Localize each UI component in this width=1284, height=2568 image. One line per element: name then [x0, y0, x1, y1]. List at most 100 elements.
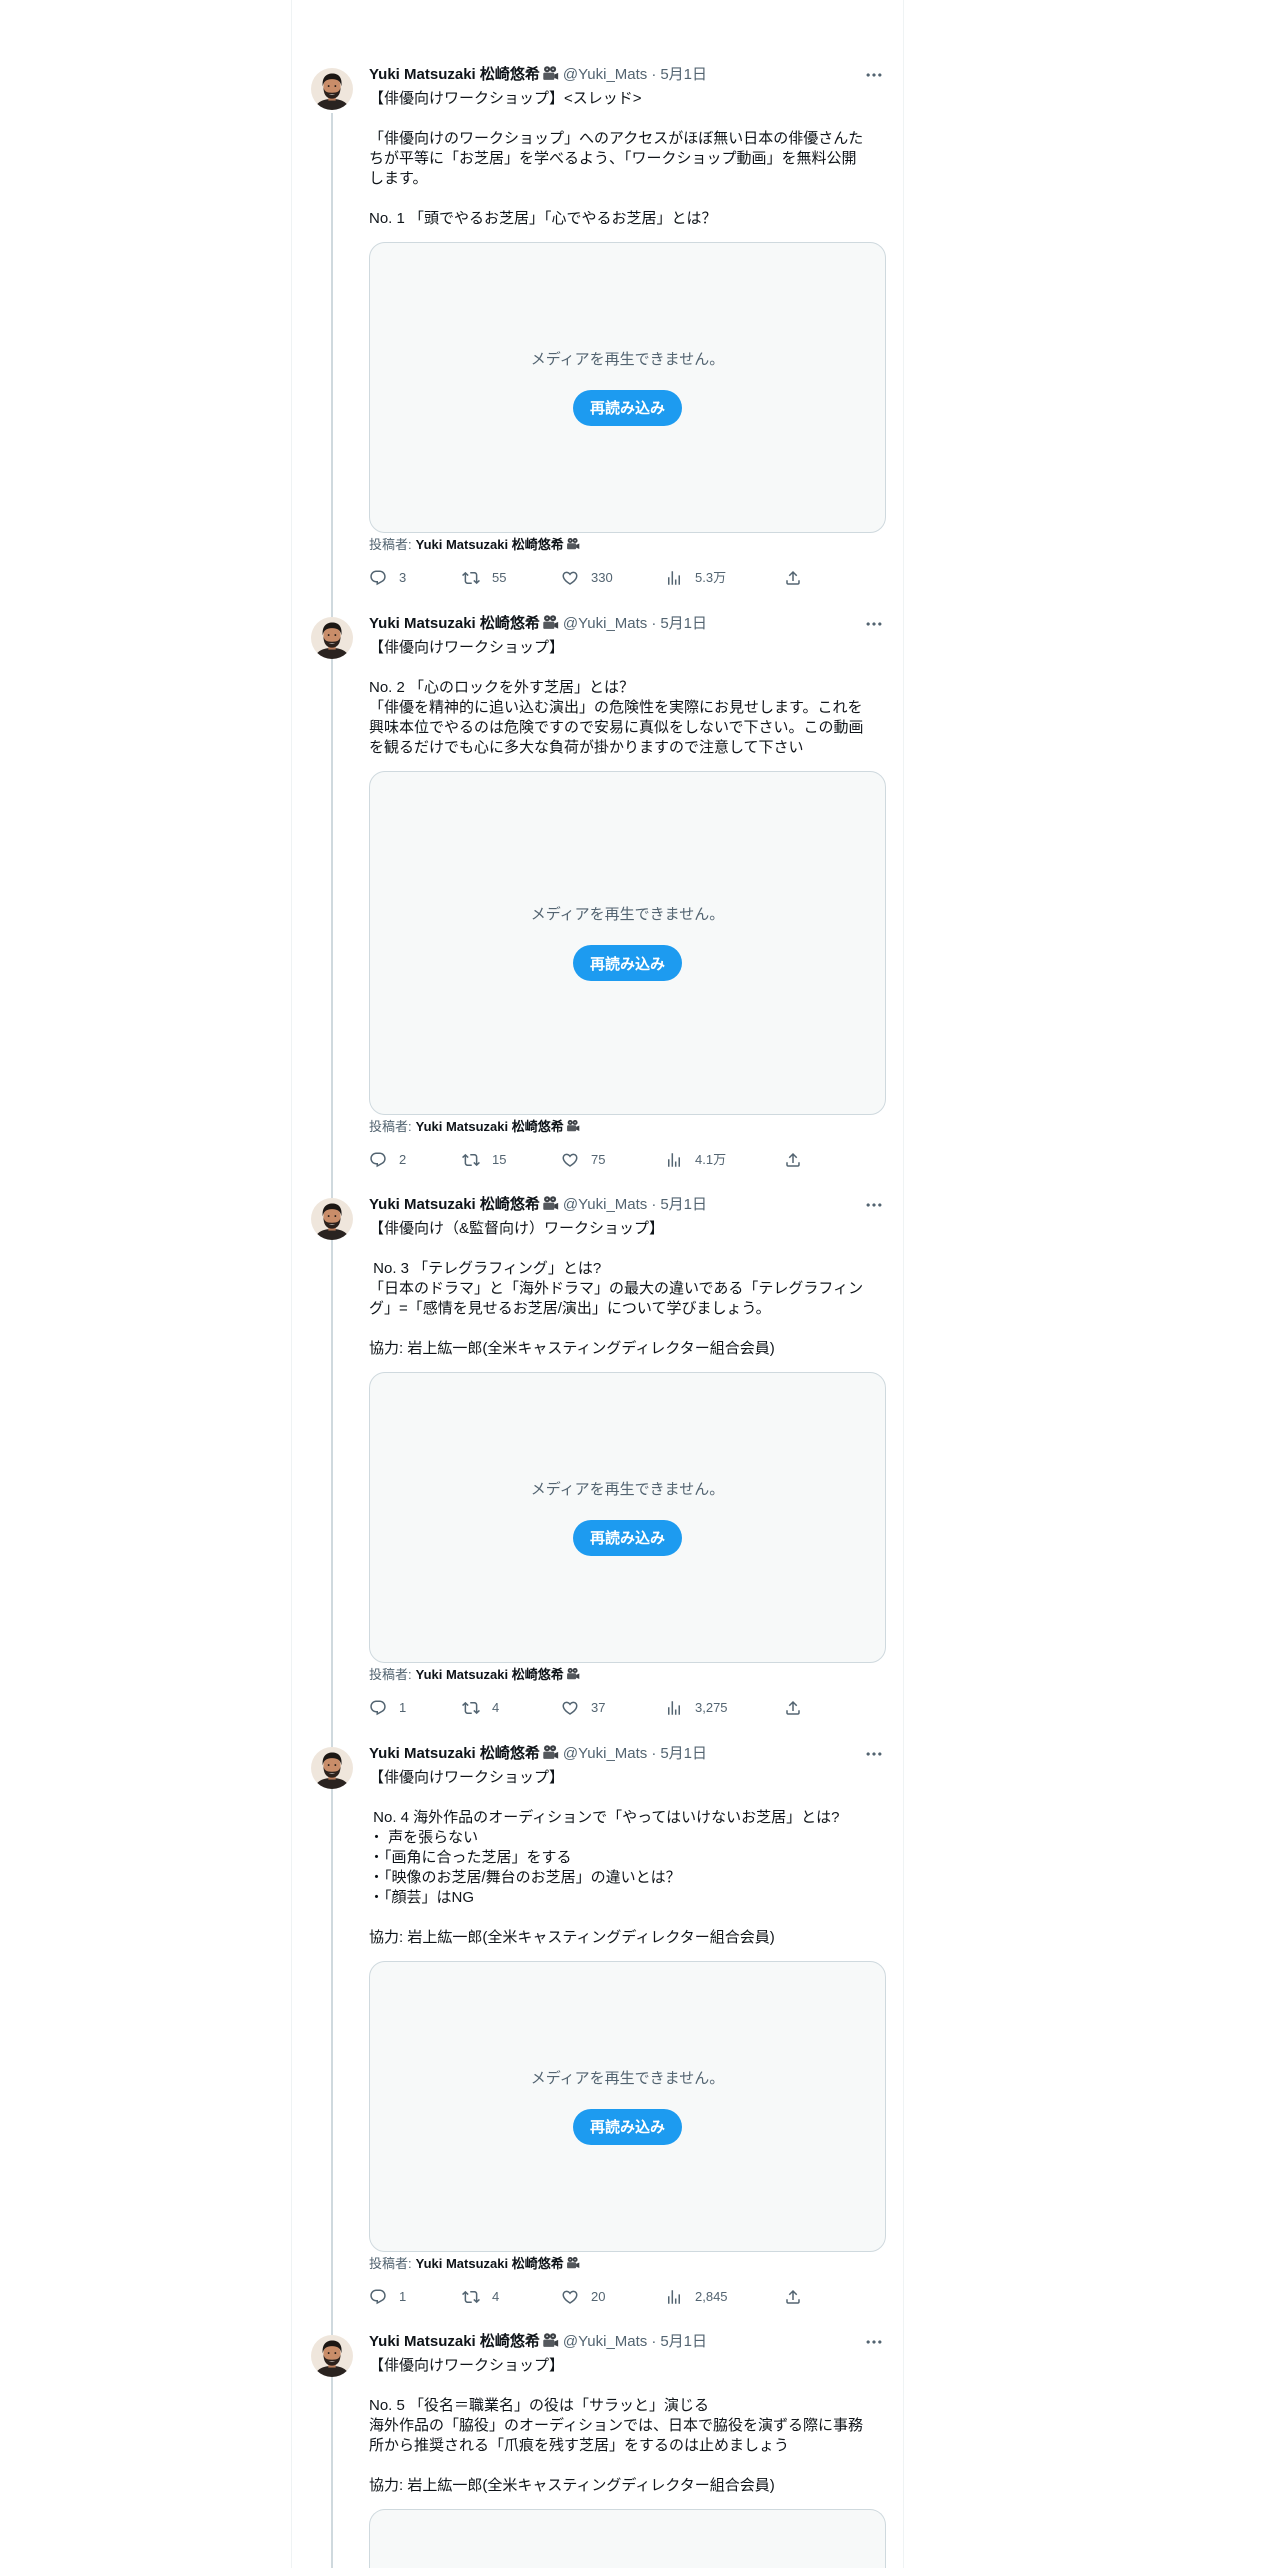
header-separator: ·: [651, 615, 657, 632]
tweet-text-line: 【俳優向けワークショップ】: [369, 1769, 565, 1786]
heart-icon: [562, 1153, 578, 1167]
more-options-icon[interactable]: [864, 2332, 884, 2352]
more-options-icon[interactable]: [864, 1195, 884, 1215]
author-handle[interactable]: @Yuki_Mats: [563, 615, 647, 632]
retweet-count: 4: [492, 1700, 500, 1715]
share-button[interactable]: [784, 2287, 802, 2307]
more-options-icon[interactable]: [864, 614, 884, 634]
media-container[interactable]: メディアを再生できません。 再読み込み: [369, 771, 886, 1115]
tweet-text: 【俳優向けワークショップ】 No. 2 「心のロックを外す芝居」とは？ 「俳優を精神…: [369, 638, 886, 758]
film-projector-icon: [542, 1744, 559, 1761]
more-options-icon[interactable]: [864, 65, 884, 85]
views-button[interactable]: 4.1万: [665, 1150, 726, 1170]
reply-button[interactable]: 3: [369, 568, 406, 588]
media-container[interactable]: メディアを再生できません。 再読み込み: [369, 242, 886, 533]
reply-count: 2: [399, 1152, 407, 1167]
avatar[interactable]: [311, 68, 353, 110]
reload-button[interactable]: 再読み込み: [572, 945, 682, 981]
attribution-author[interactable]: Yuki Matsuzaki 松崎悠希: [416, 2256, 564, 2271]
media-container[interactable]: メディアを再生できません。 再読み込み: [369, 1372, 886, 1663]
like-button[interactable]: 37: [561, 1698, 605, 1718]
reload-button[interactable]: 再読み込み: [572, 1519, 682, 1556]
attribution-author[interactable]: Yuki Matsuzaki 松崎悠希: [416, 1119, 564, 1134]
reload-button[interactable]: 再読み込み: [572, 389, 682, 426]
views-count: 3,275: [695, 1700, 728, 1715]
column-border-right: [903, 0, 904, 2568]
retweet-button[interactable]: 4: [462, 1698, 499, 1718]
tweet-text-line: ・「顔芸」はNG: [369, 1889, 475, 1906]
media-error-message: メディアを再生できません。: [530, 350, 725, 368]
reply-icon: [370, 1700, 386, 1716]
author-handle[interactable]: @Yuki_Mats: [563, 2333, 647, 2350]
views-button[interactable]: 2,845: [665, 2287, 728, 2307]
avatar[interactable]: [311, 2335, 353, 2377]
avatar[interactable]: [311, 1198, 353, 1240]
avatar[interactable]: [311, 1747, 353, 1789]
tweet-date[interactable]: 5月1日: [660, 615, 707, 632]
author-name[interactable]: Yuki Matsuzaki 松崎悠希: [369, 615, 540, 632]
tweet-date[interactable]: 5月1日: [660, 1745, 707, 1762]
like-button[interactable]: 330: [561, 568, 613, 588]
media-container[interactable]: [369, 2509, 886, 2568]
share-button[interactable]: [784, 1150, 802, 1170]
tweet-header: Yuki Matsuzaki 松崎悠希 @Yuki_Mats · 5月1日: [369, 1195, 886, 1215]
views-button[interactable]: 5.3万: [665, 568, 726, 588]
retweet-button[interactable]: 15: [462, 1150, 506, 1170]
reply-count: 1: [399, 1700, 407, 1715]
heart-icon: [562, 1701, 578, 1715]
reload-button[interactable]: 再読み込み: [572, 2108, 682, 2145]
share-icon: [786, 2289, 800, 2304]
reply-button[interactable]: 1: [369, 1698, 406, 1718]
tweet-date[interactable]: 5月1日: [660, 1196, 707, 1213]
tweet-date[interactable]: 5月1日: [660, 2333, 707, 2350]
author-name[interactable]: Yuki Matsuzaki 松崎悠希: [369, 1745, 540, 1762]
header-separator: ·: [651, 66, 657, 83]
reply-button[interactable]: 1: [369, 2287, 406, 2307]
tweet-text-line: 【俳優向けワークショップ】<スレッド>: [369, 90, 642, 107]
retweet-icon: [462, 1701, 480, 1715]
tweet-text-line: No. 1 「頭でやるお芝居」「心でやるお芝居」とは？: [369, 210, 717, 227]
share-icon: [786, 570, 800, 585]
avatar-image: [311, 2335, 353, 2377]
share-button[interactable]: [784, 568, 802, 588]
share-button[interactable]: [784, 1698, 802, 1718]
retweet-button[interactable]: 55: [462, 568, 506, 588]
tweet-actions: 1 4 20 2,845: [369, 2287, 886, 2307]
media-container[interactable]: メディアを再生できません。 再読み込み: [369, 1961, 886, 2252]
author-name[interactable]: Yuki Matsuzaki 松崎悠希: [369, 2333, 540, 2350]
views-chart-icon: [668, 1153, 680, 1167]
author-handle[interactable]: @Yuki_Mats: [563, 1745, 647, 1762]
tweet-date[interactable]: 5月1日: [660, 66, 707, 83]
retweet-icon: [462, 2290, 480, 2304]
more-options-icon[interactable]: [864, 1744, 884, 1764]
like-count: 330: [591, 570, 613, 585]
like-button[interactable]: 75: [561, 1150, 605, 1170]
author-name[interactable]: Yuki Matsuzaki 松崎悠希: [369, 1196, 540, 1213]
header-separator: ·: [651, 1745, 657, 1762]
avatar-image: [311, 617, 353, 659]
tweet-content: Yuki Matsuzaki 松崎悠希 @Yuki_Mats · 5月1日 【俳優向け…: [369, 1195, 886, 1718]
views-button[interactable]: 3,275: [665, 1698, 728, 1718]
retweet-button[interactable]: 4: [462, 2287, 499, 2307]
views-count: 4.1万: [695, 1152, 727, 1167]
tweet-actions: 3 55 330 5.3万: [369, 568, 886, 588]
author-name[interactable]: Yuki Matsuzaki 松崎悠希: [369, 66, 540, 83]
tweet-text-line: 所から推奨される「爪痕を残す芝居」をするのは止めましょう: [369, 2437, 790, 2454]
tweet-text-line: を観るだけでも心に多大な負荷が掛かりますので注意して下さい: [369, 739, 804, 756]
author-handle[interactable]: @Yuki_Mats: [563, 66, 647, 83]
like-button[interactable]: 20: [561, 2287, 605, 2307]
tweet-text-line: No. 2 「心のロックを外す芝居」とは？: [369, 679, 635, 696]
tweet-actions: 1 4 37 3,275: [369, 1698, 886, 1718]
media-attribution: 投稿者: Yuki Matsuzaki 松崎悠希: [369, 1667, 886, 1683]
reply-button[interactable]: 2: [369, 1150, 406, 1170]
attribution-author[interactable]: Yuki Matsuzaki 松崎悠希: [416, 537, 564, 552]
reply-icon: [370, 1152, 386, 1168]
film-projector-icon: [542, 1195, 559, 1212]
attribution-author[interactable]: Yuki Matsuzaki 松崎悠希: [416, 1667, 564, 1682]
avatar[interactable]: [311, 617, 353, 659]
author-handle[interactable]: @Yuki_Mats: [563, 1196, 647, 1213]
retweet-icon: [462, 571, 480, 585]
